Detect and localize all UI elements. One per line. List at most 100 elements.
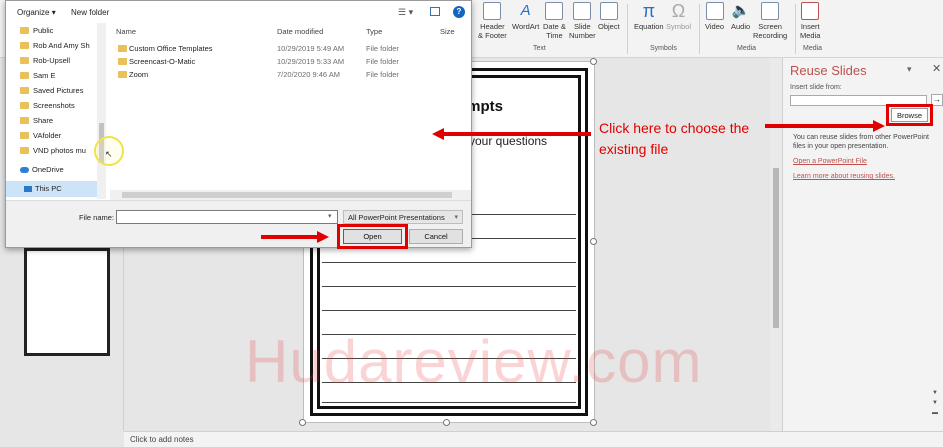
- nav-item[interactable]: Rob-Upsell: [20, 56, 70, 65]
- column-header-name[interactable]: Name: [116, 27, 136, 36]
- file-type: File folder: [366, 44, 399, 53]
- resize-handle[interactable]: [299, 419, 306, 426]
- video-button[interactable]: Video: [705, 2, 724, 31]
- new-folder-button[interactable]: New folder: [71, 8, 109, 17]
- folder-icon: [20, 117, 29, 124]
- file-type-select[interactable]: All PowerPoint Presentations ▾: [343, 210, 463, 224]
- wordart-label: WordArt: [512, 22, 540, 31]
- date-time-button[interactable]: Date & Time: [543, 2, 566, 40]
- slide-thumbnail[interactable]: [24, 248, 110, 356]
- file-type-value: All PowerPoint Presentations: [348, 213, 445, 222]
- group-label-media: Media: [737, 45, 757, 52]
- nav-item-label: Screenshots: [33, 101, 75, 110]
- chevron-down-icon[interactable]: ▾: [328, 212, 332, 220]
- ribbon-separator: [627, 4, 628, 54]
- column-header-date[interactable]: Date modified: [277, 27, 323, 36]
- ribbon-separator: [699, 4, 700, 54]
- open-powerpoint-file-link[interactable]: Open a PowerPoint File: [793, 158, 867, 165]
- notes-bar[interactable]: Click to add notes: [124, 431, 943, 447]
- main-vertical-scrollbar[interactable]: [770, 58, 782, 431]
- insert-slide-from-label: Insert slide from:: [790, 84, 842, 91]
- nav-item-label: OneDrive: [32, 165, 64, 174]
- audio-icon: 🔈: [731, 2, 751, 19]
- wordart-icon: A: [520, 2, 531, 19]
- slide-number-label: Slide Number: [569, 22, 596, 40]
- file-row[interactable]: Screencast-O-Matic 10/29/2019 5:33 AM Fi…: [110, 55, 471, 68]
- wordart-button[interactable]: A WordArt: [512, 2, 539, 31]
- reuse-slides-title: Reuse Slides: [790, 63, 867, 78]
- nav-item-label: Public: [33, 26, 54, 35]
- nav-item[interactable]: Saved Pictures: [20, 86, 83, 95]
- nav-item[interactable]: Rob And Amy Sh: [20, 41, 90, 50]
- nav-item[interactable]: Sam E: [20, 71, 56, 80]
- video-label: Video: [705, 22, 725, 31]
- horizontal-scrollbar[interactable]: [110, 190, 471, 200]
- organize-menu[interactable]: Organize ▾: [17, 8, 56, 17]
- nav-item[interactable]: VAfolder: [20, 131, 61, 140]
- learn-more-link[interactable]: Learn more about reusing slides.: [793, 173, 895, 180]
- date-time-icon: [545, 2, 564, 20]
- nav-item-label: Rob And Amy Sh: [33, 41, 90, 50]
- nav-scrollbar[interactable]: [97, 23, 106, 199]
- nav-item-this-pc[interactable]: This PC: [24, 184, 62, 193]
- file-name: Custom Office Templates: [129, 44, 213, 53]
- onedrive-icon: [20, 167, 29, 173]
- resize-handle[interactable]: [590, 58, 597, 65]
- date-time-label: Date & Time: [543, 22, 566, 40]
- annotation-arrow: [765, 124, 875, 128]
- scrollbar-thumb[interactable]: [122, 192, 452, 198]
- resize-handle[interactable]: [590, 238, 597, 245]
- header-footer-button[interactable]: Header & Footer: [478, 2, 507, 40]
- header-footer-label: Header & Footer: [478, 22, 507, 40]
- folder-icon: [20, 72, 29, 79]
- file-row[interactable]: Custom Office Templates 10/29/2019 5:49 …: [110, 42, 471, 55]
- nav-item[interactable]: Share: [20, 116, 53, 125]
- annotation-arrow: [443, 132, 591, 136]
- nav-item[interactable]: Public: [20, 26, 53, 35]
- object-button[interactable]: Object: [598, 2, 620, 31]
- file-date: 10/29/2019 5:49 AM: [277, 44, 345, 53]
- nav-item-label: Saved Pictures: [33, 86, 84, 95]
- screen-recording-button[interactable]: Screen Recording: [753, 2, 787, 40]
- column-header-size[interactable]: Size: [440, 27, 455, 36]
- folder-icon: [20, 102, 29, 109]
- resize-handle[interactable]: [590, 419, 597, 426]
- file-name: Screencast-O-Matic: [129, 57, 196, 66]
- pane-options-icon[interactable]: ▾: [907, 64, 912, 75]
- annotation-arrow: [261, 235, 319, 239]
- audio-button[interactable]: 🔈 Audio: [731, 2, 750, 31]
- mouse-pointer-icon: ↖: [105, 149, 113, 159]
- column-header-type[interactable]: Type: [366, 27, 382, 36]
- slide-rule-line: [322, 402, 576, 403]
- cancel-button[interactable]: Cancel: [409, 229, 463, 244]
- group-label-symbols: Symbols: [650, 45, 677, 52]
- nav-item-onedrive[interactable]: OneDrive: [20, 165, 64, 174]
- slide-number-button[interactable]: Slide Number: [569, 2, 596, 40]
- insert-media-button[interactable]: Insert Media: [800, 2, 820, 40]
- folder-icon: [20, 57, 29, 64]
- scrollbar-thumb[interactable]: [773, 168, 779, 328]
- dialog-toolbar: Organize ▾ New folder ☰ ▾ ?: [6, 1, 471, 23]
- file-row[interactable]: Zoom 7/20/2020 9:46 AM File folder: [110, 68, 471, 81]
- audio-label: Audio: [731, 22, 751, 31]
- header-footer-icon: [483, 2, 502, 20]
- file-date: 10/29/2019 5:33 AM: [277, 57, 345, 66]
- resize-handle[interactable]: [443, 419, 450, 426]
- slide-subtitle-text[interactable]: your questions: [469, 134, 547, 148]
- close-icon[interactable]: ✕: [932, 62, 941, 75]
- equation-label: Equation: [634, 22, 664, 31]
- annotation-highlight-box: [337, 224, 408, 249]
- equation-button[interactable]: π Equation: [634, 2, 664, 31]
- notes-placeholder: Click to add notes: [130, 435, 194, 444]
- preview-pane-icon[interactable]: [430, 7, 440, 16]
- file-name-input[interactable]: [116, 210, 338, 224]
- nav-item[interactable]: VND photos mu: [20, 146, 86, 155]
- symbol-icon: Ω: [671, 1, 686, 21]
- view-options-icon[interactable]: ☰ ▾: [398, 7, 413, 18]
- symbol-button[interactable]: Ω Symbol: [666, 2, 691, 31]
- annotation-arrow-head: [432, 128, 444, 140]
- pane-scroll-arrows[interactable]: ▼ ▼ ▬: [932, 388, 940, 423]
- help-icon[interactable]: ?: [453, 6, 465, 18]
- insert-media-icon: [801, 2, 820, 20]
- nav-item[interactable]: Screenshots: [20, 101, 75, 110]
